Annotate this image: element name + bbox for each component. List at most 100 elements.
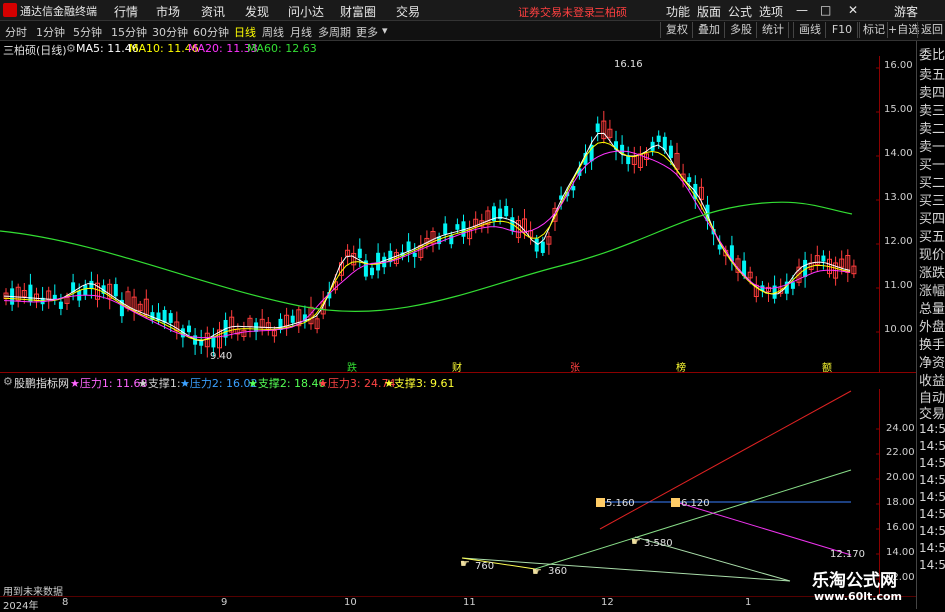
stock-name-header: 三柏硕 [594,6,627,19]
ma-info-row: 三柏硕(日线) ⚙ MA5: 11.46 MA10: 11.46 MA20: 1… [0,42,880,57]
indicator-tick: 22.00 [886,447,915,458]
maximize-button[interactable]: □ [820,3,831,17]
high-price-label: 16.16 [614,59,643,70]
settings-gear-icon[interactable]: ⚙ [66,42,76,55]
period-30min[interactable]: 30分钟 [152,24,188,40]
quote-label: 总量 [919,302,945,317]
period-1min[interactable]: 1分钟 [36,24,65,40]
tick-time: 14:56 [919,524,945,538]
candle-body [656,135,661,142]
tick-time: 14:56 [919,558,945,572]
hand-pointer-icon: ☛ [460,557,470,570]
price-tick: 11.00 [884,280,913,291]
date-tick: 11 [463,597,476,608]
tick-time: 14:56 [919,507,945,521]
period-daily[interactable]: 日线 [234,24,256,40]
period-multi[interactable]: 多周期 [318,24,351,40]
date-tick: 12 [601,597,614,608]
app-title: 通达信金融终端 [20,5,97,18]
ma60-value: MA60: 12.63 [247,42,317,55]
stats-button[interactable]: 统计 [756,22,789,38]
period-monthly[interactable]: 月线 [290,24,312,40]
period-more[interactable]: 更多 [356,24,378,40]
date-tick: 8 [62,597,69,608]
indicator-tick: 24.00 [886,423,915,434]
period-60min[interactable]: 60分钟 [193,24,229,40]
menu-item-ask[interactable]: 问小达 [288,3,324,20]
adjust-button[interactable]: 复权 [660,22,693,38]
draw-line-button[interactable]: 画线 [793,22,826,38]
support-2-line [534,469,852,570]
more-chevron-icon[interactable]: ▾ [382,24,388,37]
tick-time: 14:56 [919,541,945,555]
indicator-tick: 14.00 [886,547,915,558]
candle-body [290,315,295,323]
quote-label: 涨跌 [919,266,945,281]
candle-body [376,252,381,271]
overlay-button[interactable]: 叠加 [692,22,725,38]
period-5min[interactable]: 5分钟 [73,24,102,40]
quote-label: 外盘 [919,320,945,335]
indicator-tick: 18.00 [886,497,915,508]
menu-item-layout[interactable]: 版面 [697,3,721,20]
add-watchlist-button[interactable]: +自选 [887,22,919,38]
close-button[interactable]: ✕ [848,3,858,17]
login-alert[interactable]: 证券交易未登录 [518,4,595,20]
menu-item-options[interactable]: 选项 [759,3,783,20]
menu-item-market[interactable]: 市场 [156,3,180,20]
pivot-box-icon [671,498,680,507]
candle-body [113,284,118,297]
indicator-info-row: ⚙ 股鹏指标网 ★压力1: 11.68 ★支撑1: - ★压力2: 16.02 … [0,375,880,390]
candle-body [455,224,460,230]
candle-body [28,284,33,302]
quote-label: 换手 [919,338,945,353]
support-3-line [461,557,536,570]
mark-button[interactable]: 标记 [859,22,888,38]
candle-body [83,284,88,296]
pivot-label: 3.580 [644,538,673,549]
quote-label: 买一 [919,158,945,173]
trade-tab[interactable]: 交易 [919,403,945,422]
minimize-button[interactable]: — [796,3,808,17]
guest-label[interactable]: 游客 [894,3,918,20]
candle-body [540,241,545,253]
date-tick: 1 [745,597,752,608]
candle-body [821,255,826,262]
indicator-chart[interactable]: ☛ ☛ ☛ [0,389,916,596]
f10-button[interactable]: F10 [825,22,858,38]
candle-body [443,223,448,235]
multi-stock-button[interactable]: 多股 [724,22,757,38]
menu-bar: 通达信金融终端 行情 市场 资讯 发现 问小达 财富圈 交易 证券交易未登录 三… [0,0,945,21]
support-line-a [461,557,791,582]
pane-divider [0,372,916,373]
watermark-title: 乐淘公式网 [812,571,897,591]
candle-body [187,325,191,333]
period-15min[interactable]: 15分钟 [111,24,147,40]
pivot-box-icon [596,498,605,507]
quote-panel: 委比 卖五 卖四 卖三 卖二 卖一 买一 买二 买三 买四 买五 现价 涨跌 涨… [916,41,945,609]
menu-item-news[interactable]: 资讯 [201,3,225,20]
menu-item-discover[interactable]: 发现 [245,3,269,20]
period-toolbar: 分时 1分钟 5分钟 15分钟 30分钟 60分钟 日线 周线 月线 多周期 更… [0,21,945,41]
price-tick: 13.00 [884,192,913,203]
candlestick-chart[interactable] [0,56,916,372]
quote-label: 现价 [919,248,945,263]
candle-body [370,267,374,276]
pivot-label: 360 [548,566,568,577]
menu-item-trade[interactable]: 交易 [396,3,420,20]
quote-label: 卖一 [919,140,945,155]
menu-item-formula[interactable]: 公式 [728,3,752,20]
period-weekly[interactable]: 周线 [262,24,284,40]
hand-pointer-icon: ☛ [532,565,542,578]
candle-body [534,238,539,252]
back-button[interactable]: 返回 [917,22,945,38]
price-tick: 12.00 [884,236,913,247]
price-tick: 14.00 [884,148,913,159]
menu-item-function[interactable]: 功能 [666,3,690,20]
pivot-label: 5.160 [606,498,635,509]
quote-label: 净资 [919,356,945,371]
menu-item-wealth[interactable]: 财富圈 [340,3,376,20]
indicator-settings-icon[interactable]: ⚙ [3,375,13,388]
period-minute[interactable]: 分时 [5,24,27,40]
menu-item-quotes[interactable]: 行情 [114,3,138,20]
